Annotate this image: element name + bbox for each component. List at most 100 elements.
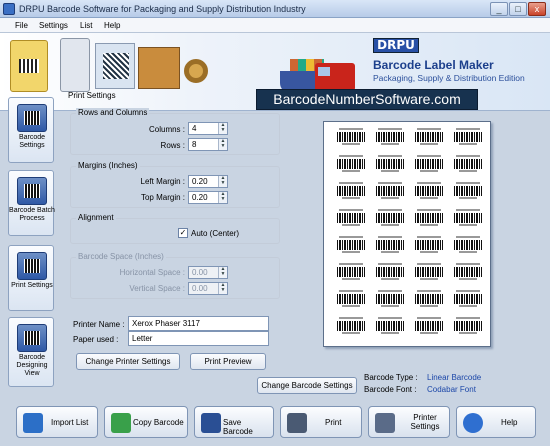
spinner-arrows-icon[interactable]: ▲ ▼ [218, 192, 227, 203]
barcode-type-label: Barcode Type : [364, 373, 418, 382]
barcode-label-preview [412, 154, 446, 176]
shopping-bag-icon [10, 40, 48, 92]
printer-settings-button[interactable]: Printer Settings [368, 406, 450, 438]
alignment-heading: Alignment [76, 213, 116, 222]
barcode-label-preview [451, 235, 485, 257]
truck-icon [315, 63, 355, 91]
menu-bar: File Settings List Help [0, 18, 550, 33]
rows-stepper[interactable]: 8 ▲ ▼ [188, 138, 228, 151]
rows-value: 8 [192, 140, 197, 149]
nav-label: Barcode Designing View [16, 354, 48, 377]
menu-file[interactable]: File [15, 21, 28, 30]
rows-columns-group: Rows and Columns Columns : 4 ▲ ▼ Rows : 8… [70, 108, 280, 155]
print-settings-icon [17, 252, 47, 280]
drpu-logo: DRPU [373, 38, 419, 53]
barcode-label-preview [412, 316, 446, 338]
close-button[interactable]: x [528, 2, 546, 16]
print-preview-button[interactable]: Print Preview [190, 353, 266, 370]
barcode-label-preview [412, 289, 446, 311]
vertical-space-stepper[interactable]: 0.00 ▲ ▼ [188, 282, 228, 295]
barcode-label-preview [451, 262, 485, 284]
left-margin-label: Left Margin : [140, 177, 185, 186]
margins-heading: Margins (Inches) [76, 161, 140, 170]
barcode-label-preview [334, 289, 368, 311]
barcode-label-preview [451, 181, 485, 203]
window-title: DRPU Barcode Software for Packaging and … [19, 4, 306, 14]
save-barcode-button[interactable]: Save Barcode [194, 406, 274, 438]
rows-columns-heading: Rows and Columns [76, 108, 150, 117]
barcode-font-label: Barcode Font : [364, 385, 417, 394]
product-title: Barcode Label Maker [373, 58, 494, 72]
barcode-label-preview [451, 154, 485, 176]
import-list-button[interactable]: Import List [16, 406, 98, 438]
printer-icon [287, 413, 307, 433]
spinner-arrows-icon[interactable]: ▲ ▼ [218, 139, 227, 150]
change-printer-settings-button[interactable]: Change Printer Settings [76, 353, 180, 370]
barcode-label-preview [412, 262, 446, 284]
menu-help[interactable]: Help [104, 21, 120, 30]
barcode-label-preview [373, 235, 407, 257]
save-barcode-label: Save Barcode [223, 418, 253, 436]
rows-label: Rows : [160, 141, 185, 150]
spinner-arrows-icon[interactable]: ▲ ▼ [218, 283, 227, 294]
batch-process-icon [17, 177, 47, 205]
help-label: Help [501, 418, 518, 427]
columns-value: 4 [192, 124, 197, 133]
barcode-label-preview [373, 316, 407, 338]
barcode-label-preview [334, 181, 368, 203]
horizontal-space-stepper[interactable]: 0.00 ▲ ▼ [188, 266, 228, 279]
barcode-label-preview [451, 289, 485, 311]
left-nav-panel: Barcode Settings Barcode Batch Process P… [8, 97, 56, 393]
help-button[interactable]: Help [456, 406, 536, 438]
minimize-button[interactable]: _ [490, 2, 508, 16]
barcode-space-heading: Barcode Space (Inches) [76, 252, 166, 261]
margins-group: Margins (Inches) Left Margin : 0.20 ▲ ▼ T… [70, 161, 280, 208]
nav-barcode-settings[interactable]: Barcode Settings [8, 97, 54, 163]
auto-center-label: Auto (Center) [191, 229, 240, 238]
menu-list[interactable]: List [80, 21, 92, 30]
barcode-label-preview [373, 289, 407, 311]
alignment-group: Alignment ✓ Auto (Center) [70, 213, 280, 244]
nav-print-settings[interactable]: Print Settings [8, 245, 54, 311]
nav-label: Barcode Batch Process [9, 207, 55, 222]
designing-view-icon [17, 324, 47, 352]
barcode-font-value: Codabar Font [427, 385, 476, 394]
top-margin-value: 0.20 [192, 193, 208, 202]
left-margin-stepper[interactable]: 0.20 ▲ ▼ [188, 175, 228, 188]
print-preview-page [323, 121, 491, 347]
printer-settings-label: Printer Settings [410, 413, 440, 431]
packing-tape-icon [184, 59, 208, 83]
copy-barcode-icon [111, 413, 131, 433]
printer-name-field[interactable]: Xerox Phaser 3117 [128, 316, 269, 331]
horizontal-space-value: 0.00 [192, 268, 208, 277]
copy-barcode-button[interactable]: Copy Barcode [104, 406, 188, 438]
spinner-arrows-icon[interactable]: ▲ ▼ [218, 123, 227, 134]
barcode-label-preview [334, 262, 368, 284]
printer-settings-icon [375, 413, 395, 433]
print-settings-heading: Print Settings [68, 91, 116, 100]
nav-barcode-batch-process[interactable]: Barcode Batch Process [8, 170, 55, 236]
barcode-type-value: Linear Barcode [427, 373, 482, 382]
paper-used-field[interactable]: Letter [128, 331, 269, 346]
spinner-arrows-icon[interactable]: ▲ ▼ [218, 176, 227, 187]
print-settings-panel: Print Settings Rows and Columns Columns … [62, 89, 286, 377]
barcode-label-preview [373, 208, 407, 230]
vertical-space-value: 0.00 [192, 284, 208, 293]
auto-center-checkbox[interactable]: ✓ [178, 228, 188, 238]
barcode-label-preview [412, 181, 446, 203]
nav-barcode-designing-view[interactable]: Barcode Designing View [8, 317, 54, 387]
maximize-button[interactable]: □ [509, 2, 527, 16]
title-bar: DRPU Barcode Software for Packaging and … [0, 0, 550, 18]
columns-stepper[interactable]: 4 ▲ ▼ [188, 122, 228, 135]
nav-label: Barcode Settings [18, 134, 46, 149]
top-margin-stepper[interactable]: 0.20 ▲ ▼ [188, 191, 228, 204]
print-button[interactable]: Print [280, 406, 362, 438]
barcode-label-preview [334, 235, 368, 257]
barcode-label-preview [412, 235, 446, 257]
spinner-arrows-icon[interactable]: ▲ ▼ [218, 267, 227, 278]
barcode-label-preview [334, 316, 368, 338]
barcode-label-preview [451, 208, 485, 230]
menu-settings[interactable]: Settings [39, 21, 68, 30]
change-barcode-settings-button[interactable]: Change Barcode Settings [257, 377, 357, 394]
help-icon [463, 413, 483, 433]
